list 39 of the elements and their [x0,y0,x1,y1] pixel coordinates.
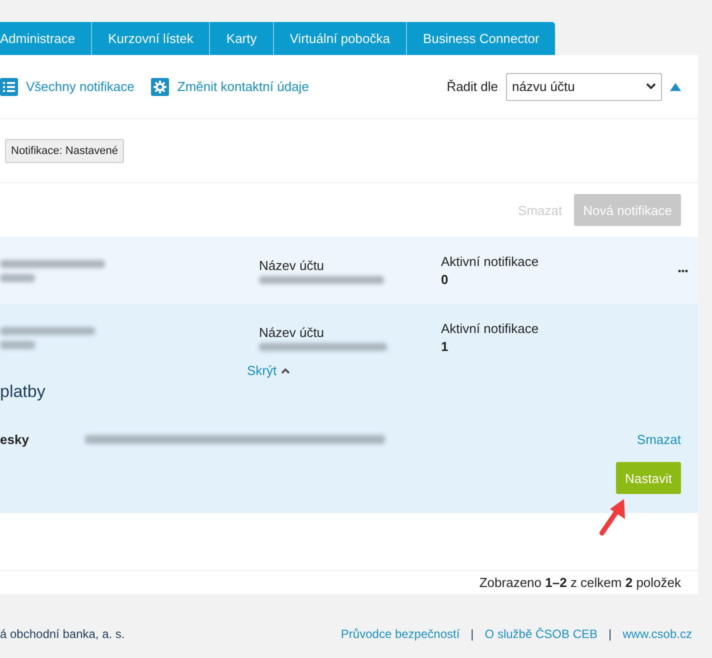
caret-icon[interactable] [280,368,290,374]
nav-tab[interactable]: Kurzovní lístek [92,22,210,55]
sort-label: Řadit dle [446,79,498,94]
account-name-label: Název účtu [259,324,326,340]
company-name: á obchodní banka, a. s. [0,627,125,641]
footer-separator: | [470,627,474,641]
pointer-arrow [598,497,628,537]
footer-link[interactable]: O službě ČSOB CEB [484,627,598,641]
active-notifications-label: Aktivní notifikace [441,321,540,336]
section-heading: platby [0,382,46,402]
account-name-label: Název účtu [259,258,326,272]
nav-tab[interactable]: Business Connector [406,22,556,55]
nav-tab[interactable]: Virtuální pobočka [274,22,407,55]
footer-separator: | [608,627,612,641]
toolbar-link[interactable]: Změnit kontaktní údaje [177,79,309,94]
chevron-down-icon[interactable] [646,83,656,90]
delete-link[interactable]: Smazat [636,432,681,447]
nav-tab[interactable]: Administrace [0,22,92,55]
sort-dropdown[interactable]: názvu účtu [506,72,662,100]
blurred-text [0,274,35,282]
footer-link[interactable]: www.csob.cz [622,627,692,641]
account-row[interactable]: Název účtu Aktivní notifikace 0 [0,237,698,304]
blurred-text [0,340,35,348]
active-notifications-label: Aktivní notifikace [441,254,540,269]
filter-chip[interactable]: Notifikace: Nastavené [5,138,124,162]
footer-link[interactable]: Průvodce bezpečností [340,627,460,641]
list-icon[interactable] [0,78,18,96]
sort-direction-icon[interactable] [670,82,681,90]
gear-icon[interactable] [151,78,170,96]
pagination-text: Zobrazeno 1–2 z celkem 2 položek [479,575,681,590]
nav-tab[interactable]: Karty [210,22,274,55]
account-row[interactable]: Název účtu Aktivní notifikace 1 Skrýt platby esky Smazat Nastavit [0,304,698,513]
active-notifications-count: 0 [441,272,450,287]
hide-link[interactable]: Skrýt [247,363,277,378]
set-button[interactable]: Nastavit [616,462,681,494]
channel-label: esky [0,432,30,447]
toolbar-link[interactable]: Všechny notifikace [26,79,134,94]
more-icon[interactable] [678,268,688,272]
active-notifications-count: 1 [441,339,450,354]
